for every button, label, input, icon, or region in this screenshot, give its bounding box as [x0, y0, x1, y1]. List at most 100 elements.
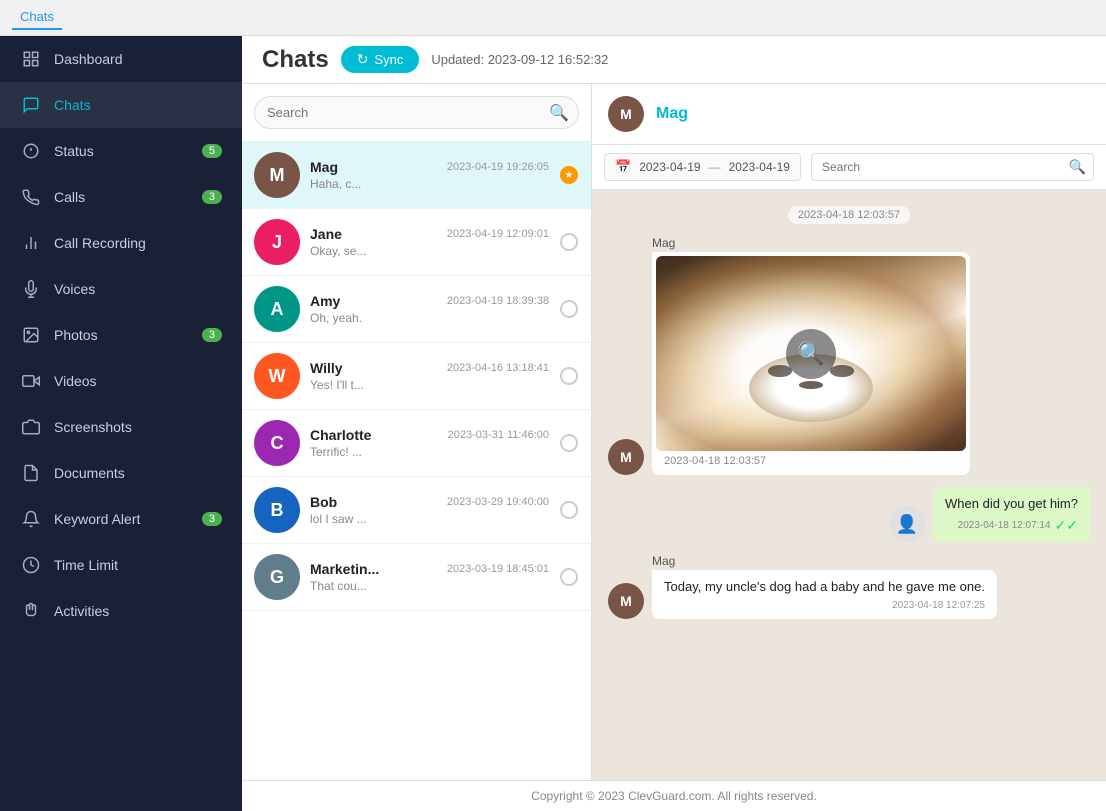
circle-icon	[560, 233, 578, 251]
image-search-overlay[interactable]: 🔍	[786, 329, 836, 379]
chat-indicator	[559, 500, 579, 520]
sidebar-item-chats[interactable]: Chats	[0, 82, 242, 128]
chat-preview: Oh, yeah.	[310, 311, 549, 325]
chat-list-panel: 🔍 M Mag 2023-04-19 19:26:05 Haha, c...	[242, 84, 592, 780]
chat-preview: Okay, se...	[310, 244, 549, 258]
chat-name: Mag	[310, 159, 338, 175]
chat-indicator	[559, 299, 579, 319]
chat-item-charlotte[interactable]: C Charlotte 2023-03-31 11:46:00 Terrific…	[242, 410, 591, 477]
avatar: A	[254, 286, 300, 332]
sidebar-item-screenshots[interactable]: Screenshots	[0, 404, 242, 450]
highlight-icon: ★	[560, 166, 578, 184]
sender-avatar: 👤	[889, 506, 925, 542]
sidebar-item-call-recording[interactable]: Call Recording	[0, 220, 242, 266]
sent-message-bubble: When did you get him? 2023-04-18 12:07:1…	[933, 487, 1090, 542]
search-icon: 🔍	[549, 103, 569, 123]
sidebar-item-label: Calls	[54, 189, 190, 205]
message-row-received: M Today, my uncle's dog had a baby and h…	[608, 570, 997, 619]
chat-list: M Mag 2023-04-19 19:26:05 Haha, c... ★	[242, 142, 591, 780]
avatar: M	[254, 152, 300, 198]
message-wrapper-received: Mag M	[608, 236, 1090, 475]
screenshot-icon	[20, 416, 42, 438]
sidebar-item-label: Call Recording	[54, 235, 222, 251]
chat-time: 2023-03-31 11:46:00	[448, 429, 549, 441]
date-separator: —	[709, 160, 721, 174]
sidebar-item-dashboard[interactable]: Dashboard	[0, 36, 242, 82]
message-sender-2: Mag	[652, 554, 675, 568]
message-wrapper-sent: When did you get him? 2023-04-18 12:07:1…	[608, 487, 1090, 542]
chat-preview: Terrific! ...	[310, 445, 549, 459]
sidebar-item-voices[interactable]: Voices	[0, 266, 242, 312]
sidebar-item-calls[interactable]: Calls 3	[0, 174, 242, 220]
sidebar-item-documents[interactable]: Documents	[0, 450, 242, 496]
message-row: M	[608, 252, 970, 475]
chat-preview: Haha, c...	[310, 177, 549, 191]
sidebar-item-label: Voices	[54, 281, 222, 297]
chat-indicator	[559, 366, 579, 386]
sidebar-item-label: Documents	[54, 465, 222, 481]
message-row-sent: When did you get him? 2023-04-18 12:07:1…	[889, 487, 1090, 542]
image-caption: 2023-04-18 12:03:57	[656, 451, 966, 471]
sidebar-item-videos[interactable]: Videos	[0, 358, 242, 404]
chat-indicator: ★	[559, 165, 579, 185]
mic-icon	[20, 278, 42, 300]
message-text: When did you get him?	[945, 495, 1078, 513]
hand-icon	[20, 600, 42, 622]
chat-item-marketing[interactable]: G Marketin... 2023-03-19 18:45:01 That c…	[242, 544, 591, 611]
conversation-search-input[interactable]	[811, 153, 1094, 181]
sidebar-item-keyword-alert[interactable]: Keyword Alert 3	[0, 496, 242, 542]
updated-text: Updated: 2023-09-12 16:52:32	[431, 52, 608, 67]
file-icon	[20, 462, 42, 484]
sidebar-item-status[interactable]: Status 5	[0, 128, 242, 174]
received-message-bubble: Today, my uncle's dog had a baby and he …	[652, 570, 997, 619]
top-bar: Chats	[0, 0, 1106, 36]
chat-info: Bob 2023-03-29 19:40:00 lol I saw ...	[310, 494, 549, 526]
chat-item-jane[interactable]: J Jane 2023-04-19 12:09:01 Okay, se...	[242, 209, 591, 276]
date-filter[interactable]: 📅 2023-04-19 — 2023-04-19	[604, 153, 801, 181]
sidebar-item-label: Videos	[54, 373, 222, 389]
chat-search-bar: 🔍	[242, 84, 591, 142]
chat-time: 2023-03-19 18:45:01	[447, 563, 549, 575]
calls-badge: 3	[202, 190, 222, 204]
chat-item-mag[interactable]: M Mag 2023-04-19 19:26:05 Haha, c... ★	[242, 142, 591, 209]
avatar: B	[254, 487, 300, 533]
msg-avatar-2: M	[608, 583, 644, 619]
sidebar-item-activities[interactable]: Activities	[0, 588, 242, 634]
sidebar-item-time-limit[interactable]: Time Limit	[0, 542, 242, 588]
chat-preview: Yes! I'll t...	[310, 378, 549, 392]
chat-name: Bob	[310, 494, 337, 510]
message-text-2: Today, my uncle's dog had a baby and he …	[664, 578, 985, 596]
chat-item-amy[interactable]: A Amy 2023-04-19 18:39:38 Oh, yeah.	[242, 276, 591, 343]
sidebar-item-label: Screenshots	[54, 419, 222, 435]
msg-avatar: M	[608, 439, 644, 475]
message-time-2: 2023-04-18 12:07:25	[664, 600, 985, 611]
sync-button[interactable]: ↻ Sync	[341, 46, 420, 73]
conversation-search-wrapper: 🔍	[811, 153, 1094, 181]
circle-icon	[560, 434, 578, 452]
message-sender: Mag	[652, 236, 675, 250]
tab-chats[interactable]: Chats	[12, 5, 62, 30]
chat-item-willy[interactable]: W Willy 2023-04-16 13:18:41 Yes! I'll t.…	[242, 343, 591, 410]
circle-icon	[20, 140, 42, 162]
chat-icon	[20, 94, 42, 116]
page-header: Chats ↻ Sync Updated: 2023-09-12 16:52:3…	[242, 36, 1106, 84]
chat-info: Jane 2023-04-19 12:09:01 Okay, se...	[310, 226, 549, 258]
sidebar-item-photos[interactable]: Photos 3	[0, 312, 242, 358]
phone-icon	[20, 186, 42, 208]
chat-time: 2023-04-19 12:09:01	[447, 228, 549, 240]
chat-info: Mag 2023-04-19 19:26:05 Haha, c...	[310, 159, 549, 191]
image-icon	[20, 324, 42, 346]
chat-item-bob[interactable]: B Bob 2023-03-29 19:40:00 lol I saw ...	[242, 477, 591, 544]
chat-preview: That cou...	[310, 579, 549, 593]
photos-badge: 3	[202, 328, 222, 342]
chat-name: Willy	[310, 360, 343, 376]
chat-name: Charlotte	[310, 427, 371, 443]
chat-name: Amy	[310, 293, 340, 309]
chat-search-input[interactable]	[254, 96, 579, 129]
page-title: Chats	[262, 46, 329, 74]
keyword-badge: 3	[202, 512, 222, 526]
chat-indicator	[559, 567, 579, 587]
sync-label: Sync	[374, 52, 403, 67]
conversation-name: Mag	[656, 105, 688, 123]
messages-area: 2023-04-18 12:03:57 Mag M	[592, 190, 1106, 780]
